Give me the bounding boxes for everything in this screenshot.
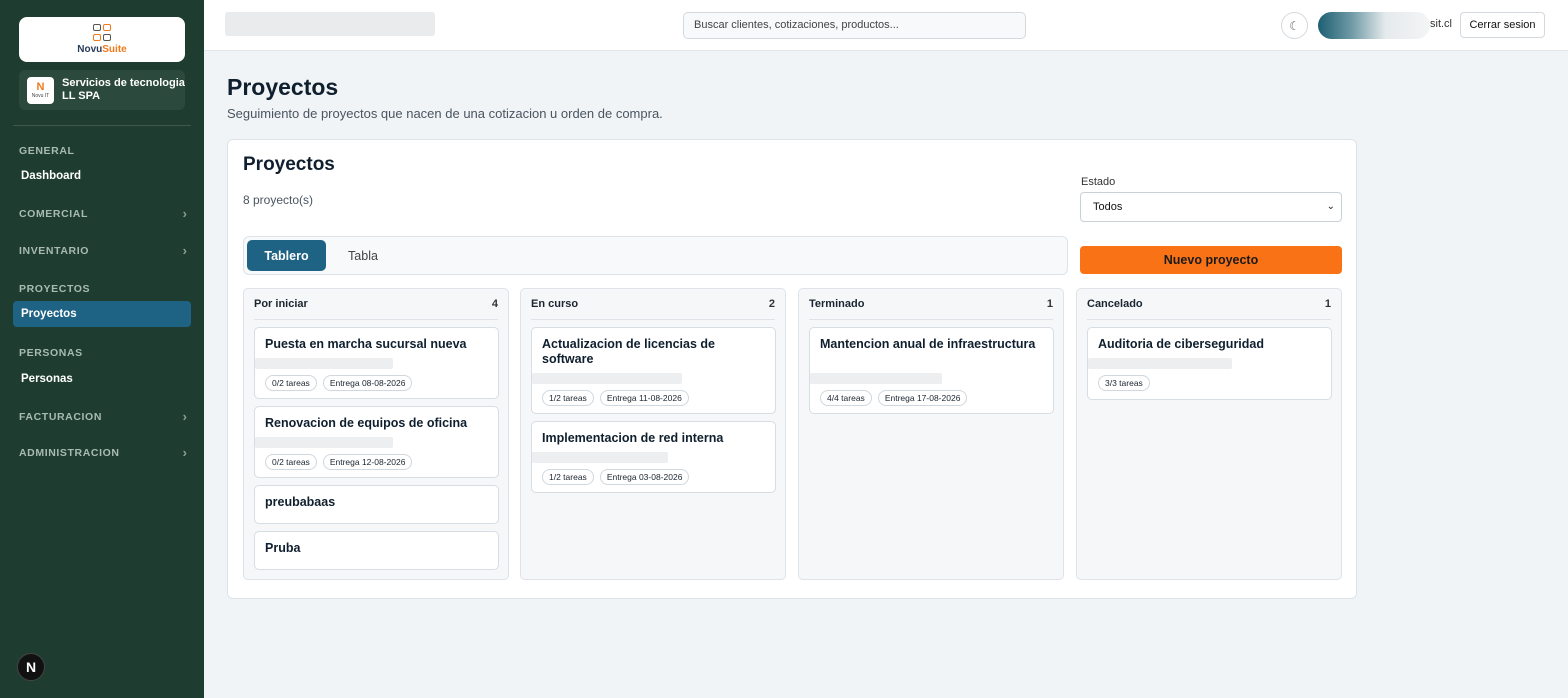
board-column-en-curso: En curso 2 Actualizacion de licencias de… [520,288,786,580]
project-count: 8 proyecto(s) [243,193,314,207]
due-date-chip: Entrega 17-08-2026 [877,390,968,406]
chevron-right-icon: › [182,206,187,221]
column-header: Por iniciar 4 [254,298,498,320]
sidebar: NovuSuite N Novu IT Servicios de tecnolo… [0,0,204,698]
column-count: 2 [768,298,775,310]
company-logo-icon: N Novu IT [27,76,54,104]
sidebar-group-label: INVENTARIO [19,245,89,257]
search-input[interactable]: Buscar clientes, cotizaciones, productos… [683,12,1026,39]
project-client-redacted [532,452,668,463]
section-personas: PERSONAS [19,347,83,359]
chevron-right-icon: › [182,445,187,460]
project-card[interactable]: preubabaas [254,485,499,524]
logout-button[interactable]: Cerrar sesion [1460,12,1545,38]
project-title: Mantencion anual de infraestructura [820,337,1036,351]
estado-selected-value: Todos [1093,201,1123,213]
project-title: Actualizacion de licencias de software [542,337,715,366]
chevron-right-icon: › [182,243,187,258]
sidebar-divider [13,125,191,126]
sidebar-item-proyectos[interactable]: Proyectos [13,301,191,327]
page-title: Proyectos [227,74,339,100]
page-subtitle: Seguimiento de proyectos que nacen de un… [227,106,663,121]
due-date-chip: Entrega 11-08-2026 [599,390,689,406]
project-card[interactable]: Actualizacion de licencias de software 1… [531,327,776,414]
logo-mark-icon [91,24,113,42]
column-name: En curso [531,298,579,310]
section-general: GENERAL [19,145,75,157]
top-bar: Buscar clientes, cotizaciones, productos… [204,0,1568,51]
card-title: Proyectos [243,154,335,175]
company-switcher[interactable]: N Novu IT Servicios de tecnologia LL SPA [19,70,185,110]
project-client-redacted [255,437,393,448]
projects-card: Proyectos 8 proyecto(s) Estado Todos ⌄ T… [227,139,1357,599]
tab-tablero[interactable]: Tablero [247,240,326,271]
company-name: Servicios de tecnologia LL SPA [62,77,185,102]
tasks-chip: 1/2 tareas [542,469,594,485]
sidebar-item-dashboard[interactable]: Dashboard [13,163,191,189]
estado-select[interactable]: Todos ⌄ [1080,192,1342,222]
column-header: Terminado 1 [809,298,1053,320]
tab-tabla[interactable]: Tabla [332,240,394,271]
project-client-redacted [255,358,393,369]
due-date-chip: Entrega 03-08-2026 [599,469,690,485]
project-card[interactable]: Auditoria de ciberseguridad 3/3 tareas [1087,327,1332,400]
project-card[interactable]: Mantencion anual de infraestructura 4/4 … [809,327,1054,414]
project-client-redacted [1088,358,1232,369]
tasks-chip: 0/2 tareas [265,454,317,470]
app-logo[interactable]: NovuSuite [19,17,185,62]
sidebar-group-inventario[interactable]: INVENTARIO › [13,238,191,264]
column-name: Cancelado [1087,298,1143,310]
due-date-chip: Entrega 08-08-2026 [322,375,413,391]
tasks-chip: 0/2 tareas [265,375,317,391]
column-header: En curso 2 [531,298,775,320]
user-email: sit.cl [1430,18,1452,30]
user-avatar[interactable] [1318,12,1430,39]
board-column-por-iniciar: Por iniciar 4 Puesta en marcha sucursal … [243,288,509,580]
column-name: Terminado [809,298,865,310]
tasks-chip: 3/3 tareas [1098,375,1150,391]
dev-tools-badge[interactable]: N [17,653,45,681]
column-count: 1 [1046,298,1053,310]
new-project-button[interactable]: Nuevo proyecto [1080,246,1342,274]
sidebar-group-administracion[interactable]: ADMINISTRACION › [13,440,191,466]
project-title: Implementacion de red interna [542,431,724,445]
chevron-down-icon: ⌄ [1326,201,1335,212]
theme-toggle-moon-icon[interactable]: ☾ [1281,12,1308,39]
sidebar-group-label: FACTURACION [19,411,103,423]
project-card[interactable]: Puesta en marcha sucursal nueva 0/2 tare… [254,327,499,399]
project-client-redacted [532,373,682,384]
project-card[interactable]: Pruba [254,531,499,570]
project-title: Puesta en marcha sucursal nueva [265,337,467,351]
column-count: 1 [1324,298,1331,310]
tasks-chip: 4/4 tareas [820,390,872,406]
project-client-redacted [810,373,942,384]
logo-text: NovuSuite [77,44,127,55]
board-column-cancelado: Cancelado 1 Auditoria de ciberseguridad … [1076,288,1342,580]
column-name: Por iniciar [254,298,308,310]
project-title: Renovacion de equipos de oficina [265,416,468,430]
sidebar-group-label: COMERCIAL [19,208,88,220]
project-card[interactable]: Implementacion de red interna 1/2 tareas… [531,421,776,493]
column-header: Cancelado 1 [1087,298,1331,320]
project-title: Auditoria de ciberseguridad [1098,337,1265,351]
sidebar-group-label: ADMINISTRACION [19,447,120,459]
breadcrumb-redacted [225,12,435,36]
view-tabs: Tablero Tabla [243,236,1068,275]
estado-label: Estado [1081,176,1116,188]
chevron-right-icon: › [182,409,187,424]
project-title: preubabaas [265,495,336,509]
due-date-chip: Entrega 12-08-2026 [322,454,413,470]
sidebar-item-personas[interactable]: Personas [13,366,191,392]
board-column-terminado: Terminado 1 Mantencion anual de infraest… [798,288,1064,580]
section-proyectos: PROYECTOS [19,283,91,295]
tasks-chip: 1/2 tareas [542,390,594,406]
column-count: 4 [491,298,498,310]
sidebar-group-comercial[interactable]: COMERCIAL › [13,201,191,227]
project-card[interactable]: Renovacion de equipos de oficina 0/2 tar… [254,406,499,478]
sidebar-group-facturacion[interactable]: FACTURACION › [13,404,191,430]
project-title: Pruba [265,541,301,555]
